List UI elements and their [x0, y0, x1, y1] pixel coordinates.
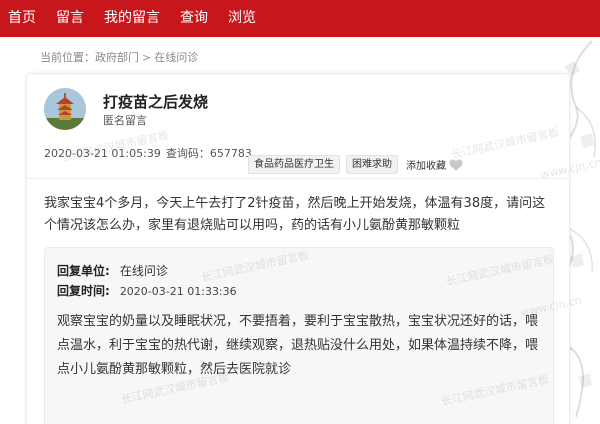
add-favorite-button[interactable]: 添加收藏: [406, 157, 463, 172]
nav-browse[interactable]: 浏览: [228, 0, 256, 37]
breadcrumb: 当前位置：政府部门 > 在线问诊: [40, 49, 198, 65]
reply-unit-label: 回复单位:: [57, 264, 110, 278]
divider: [27, 178, 569, 179]
top-navigation: 首页 留言 我的留言 查询 浏览: [0, 0, 600, 37]
post-tags: 食品药品医疗卫生 困难求助 添加收藏: [248, 155, 463, 174]
breadcrumb-separator: >: [142, 51, 152, 64]
reply-unit: 在线问诊: [119, 264, 168, 278]
add-favorite-label: 添加收藏: [406, 161, 446, 172]
heart-icon: [449, 159, 463, 170]
post-datetime: 2020-03-21 01:05:39: [44, 147, 161, 160]
post-meta: 2020-03-21 01:05:39 查询码：657783: [44, 145, 252, 161]
query-code: 657783: [209, 147, 252, 160]
reply-content: 观察宝宝的奶量以及睡眠状况，不要捂着，要利于宝宝散热，宝宝状况还好的话，喂点温水…: [57, 314, 539, 377]
reply-time: 2020-03-21 01:33:36: [119, 285, 237, 298]
post-author: 匿名留言: [103, 114, 147, 127]
breadcrumb-link-department[interactable]: 政府部门: [95, 51, 139, 64]
tag-type[interactable]: 困难求助: [346, 155, 398, 174]
reply-time-label: 回复时间:: [57, 284, 110, 298]
message-card: 打疫苗之后发烧 匿名留言 2020-03-21 01:05:39 查询码：6577…: [26, 73, 570, 424]
query-code-label: 查询码：: [165, 147, 210, 160]
yellow-crane-tower-icon: [44, 88, 86, 130]
nav-my-messages[interactable]: 我的留言: [104, 0, 160, 37]
reply-box: 回复单位: 在线问诊 回复时间: 2020-03-21 01:33:36 观察宝宝的…: [44, 247, 554, 424]
post-content: 我家宝宝4个多月，今天上午去打了2针疫苗，然后晚上开始发烧，体温有38度，请问这…: [44, 196, 546, 233]
avatar: [44, 88, 86, 130]
nav-query[interactable]: 查询: [180, 0, 208, 37]
nav-home[interactable]: 首页: [8, 0, 36, 37]
post-title: 打疫苗之后发烧: [103, 93, 209, 111]
tag-category[interactable]: 食品药品医疗卫生: [248, 155, 340, 174]
breadcrumb-link-online-consult[interactable]: 在线问诊: [154, 51, 198, 64]
breadcrumb-label: 当前位置：: [40, 51, 95, 64]
nav-messages[interactable]: 留言: [56, 0, 84, 37]
reply-unit-row: 回复单位: 在线问诊: [57, 262, 168, 279]
reply-time-row: 回复时间: 2020-03-21 01:33:36: [57, 282, 237, 299]
